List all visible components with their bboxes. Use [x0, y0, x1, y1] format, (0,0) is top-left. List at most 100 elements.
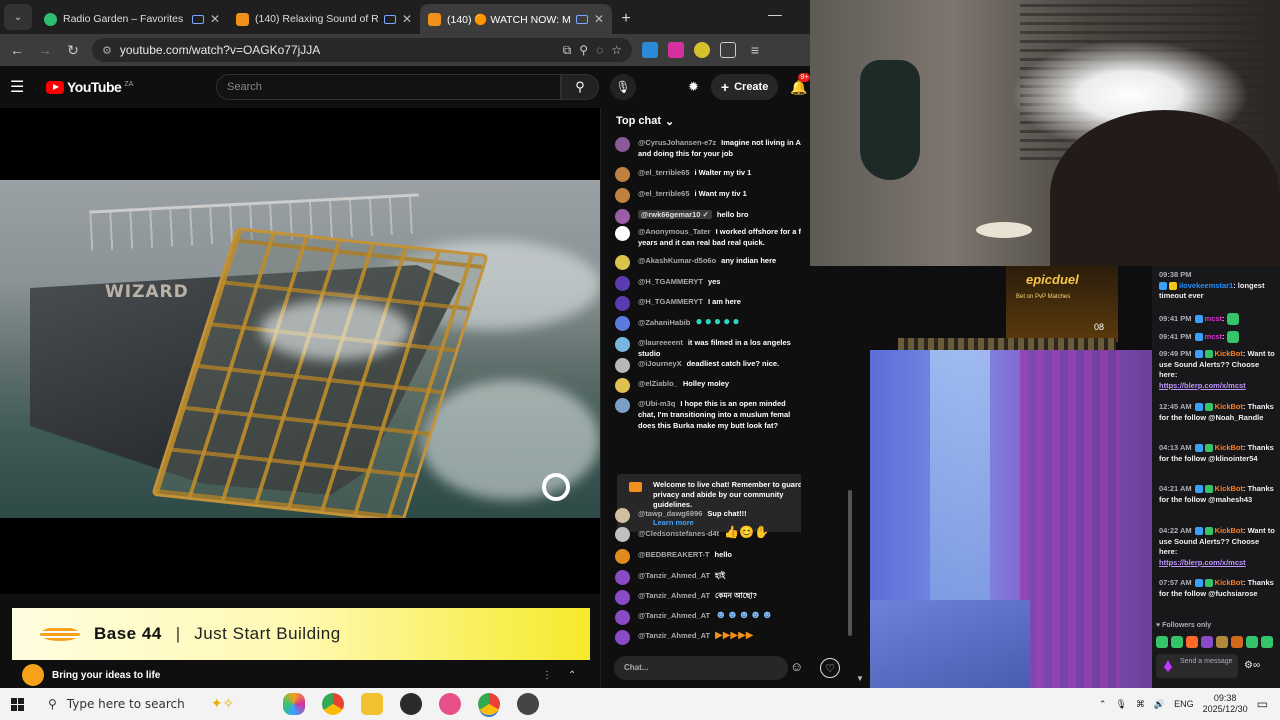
bookmark-star-icon[interactable]: ☆ [611, 43, 622, 57]
eye-off-icon[interactable]: ◌ [596, 43, 603, 57]
emoji-picker-icon[interactable]: ☺ [790, 659, 803, 674]
microphone-icon[interactable]: 🎙 [1115, 699, 1126, 710]
chat-scrollbar[interactable] [848, 490, 852, 636]
extension-icon[interactable] [642, 42, 658, 58]
scroll-down-arrow-icon[interactable]: ▼ [856, 674, 864, 683]
chatter-name[interactable]: KickBot [1215, 526, 1243, 535]
obs-icon[interactable] [399, 693, 422, 715]
emote-icon[interactable] [1201, 636, 1213, 648]
create-button[interactable]: + Create [710, 74, 779, 100]
heart-reaction-icon[interactable]: ♡ [820, 658, 840, 678]
emote-icon[interactable] [1156, 636, 1168, 648]
emote-icon[interactable] [1246, 636, 1258, 648]
chat-author[interactable]: @tawp_dawg6996 [638, 509, 702, 518]
close-tab-icon[interactable]: ✕ [210, 12, 220, 26]
more-options-icon[interactable]: ⋮ [542, 670, 552, 681]
chat-author[interactable]: @BEDBREAKERT-T [638, 550, 709, 559]
extension-icon[interactable] [668, 42, 684, 58]
tab-relaxing-sound[interactable]: (140) Relaxing Sound of Ra ✕ [228, 4, 420, 34]
message-link[interactable]: https://blerp.com/x/mcst [1159, 558, 1246, 567]
ad-banner[interactable]: Base 44 | Just Start Building [12, 608, 590, 660]
emote-icon[interactable] [1171, 636, 1183, 648]
emote-icon[interactable] [1186, 636, 1198, 648]
chatter-name[interactable]: mcst [1205, 314, 1223, 323]
volume-icon[interactable]: 🔊 [1154, 699, 1165, 710]
start-button[interactable] [0, 688, 34, 720]
cast-icon[interactable]: ⧉ [563, 43, 572, 58]
chatter-name[interactable]: KickBot [1215, 484, 1243, 493]
network-icon[interactable]: ⌘ [1136, 699, 1145, 710]
reload-button[interactable]: ↻ [64, 42, 82, 59]
chat-author[interactable]: @Cledsonstefanes-d4t [638, 529, 719, 538]
chat-mode-selector[interactable]: Top chat ⌄ [601, 108, 810, 134]
chat-author[interactable]: @Ubi-m3q [638, 399, 675, 408]
zoom-icon[interactable]: ⚲ [579, 43, 588, 57]
chat-author[interactable]: @Tanzir_Ahmed_AT [638, 631, 710, 640]
search-button[interactable]: ⚲ [561, 74, 599, 100]
youtube-logo[interactable]: YouTube ZA [46, 79, 133, 95]
tab-radio-garden[interactable]: Radio Garden – Favorites ✕ [36, 4, 228, 34]
chat-author[interactable]: @Tanzir_Ahmed_AT [638, 591, 710, 600]
chat-author[interactable]: @AkashKumar-d5o6o [638, 256, 716, 265]
chatter-name[interactable]: KickBot [1215, 349, 1243, 358]
close-tab-icon[interactable]: ✕ [594, 12, 604, 26]
voice-search-button[interactable]: 🎙 [610, 74, 636, 100]
notifications-icon[interactable]: ▭ [1257, 697, 1268, 711]
chat-author[interactable]: @elZiablo_ [638, 379, 678, 388]
notifications-bell-icon[interactable]: 🔔 9+ [790, 72, 811, 96]
new-tab-button[interactable]: + [612, 4, 640, 34]
address-bar[interactable]: ⚙ youtube.com/watch?v=OAGKo77jJJA ⧉ ⚲ ◌ … [92, 38, 632, 62]
chat-settings-icon[interactable]: ⚙∞ [1244, 660, 1260, 671]
chat-author[interactable]: @H_TGAMMERYT [638, 297, 703, 306]
chatter-name[interactable]: KickBot [1215, 443, 1243, 452]
chat-author[interactable]: @Anonymous_Tater [638, 227, 711, 236]
chat-author[interactable]: @Tanzir_Ahmed_AT [638, 611, 710, 620]
chrome-icon[interactable] [321, 693, 344, 715]
chatter-name[interactable]: KickBot [1215, 578, 1243, 587]
chatter-name[interactable]: ilovekeemstar1 [1179, 281, 1233, 290]
reading-list-icon[interactable]: ≡ [746, 42, 764, 58]
tab-watch-now[interactable]: (140) 🟠 WATCH NOW: Mo ✕ [420, 4, 612, 34]
taskbar-search[interactable]: ⚲ Type here to search ✦✧ [34, 688, 274, 720]
forward-button[interactable]: → [36, 42, 54, 58]
search-input[interactable]: Search [216, 74, 561, 100]
chat-author[interactable]: @el_terrible65 [638, 189, 690, 198]
chat-author[interactable]: @Tanzir_Ahmed_AT [638, 571, 710, 580]
back-button[interactable]: ← [8, 42, 26, 58]
collapse-icon[interactable]: ⌃ [568, 670, 576, 681]
chatter-name[interactable]: KickBot [1215, 402, 1243, 411]
site-info-icon[interactable]: ⚙ [102, 44, 112, 57]
settings-icon[interactable]: ✹ [688, 79, 699, 95]
close-tab-icon[interactable]: ✕ [402, 12, 412, 26]
bits-icon[interactable] [1164, 660, 1172, 672]
menu-icon[interactable]: ☰ [10, 77, 38, 97]
chat-author[interactable]: @el_terrible65 [638, 168, 690, 177]
extensions-puzzle-icon[interactable] [720, 42, 736, 58]
tab-search-button[interactable]: ⌄ [4, 4, 32, 30]
video-player[interactable]: WIZARD [0, 108, 600, 594]
chat-author-member[interactable]: @rwk66gemar10 ✓ [638, 210, 712, 219]
send-message-input[interactable]: Send a message [1156, 654, 1238, 678]
ad-footer[interactable]: Bring your ideas to life ⋮ ⌃ [12, 662, 590, 688]
chat-input[interactable]: Chat... [614, 656, 788, 680]
chatter-name[interactable]: mcst [1205, 332, 1223, 341]
message-link[interactable]: https://blerp.com/x/mcst [1159, 381, 1246, 390]
emote-icon[interactable] [1216, 636, 1228, 648]
chat-author[interactable]: @ZahaniHabib [638, 318, 690, 327]
emote-icon[interactable] [1231, 636, 1243, 648]
chat-author[interactable]: @H_TGAMMERYT [638, 277, 703, 286]
chat-author[interactable]: @iJourneyX [638, 359, 682, 368]
emote-icon[interactable] [1261, 636, 1273, 648]
minimize-window-button[interactable]: — [768, 6, 782, 22]
clock[interactable]: 09:38 2025/12/30 [1203, 693, 1248, 715]
extension-icon[interactable] [694, 42, 710, 58]
chrome-icon[interactable] [477, 693, 500, 715]
language-indicator[interactable]: ENG [1174, 699, 1194, 709]
app-icon[interactable] [516, 693, 539, 715]
copilot-icon[interactable] [282, 693, 305, 715]
tray-overflow-icon[interactable]: ⌃ [1099, 699, 1107, 710]
chat-author[interactable]: @CyrusJohansen-e7z [638, 138, 716, 147]
file-explorer-icon[interactable] [360, 693, 383, 715]
snipping-tool-icon[interactable] [438, 693, 461, 715]
chat-author[interactable]: @laureeeent [638, 338, 683, 347]
